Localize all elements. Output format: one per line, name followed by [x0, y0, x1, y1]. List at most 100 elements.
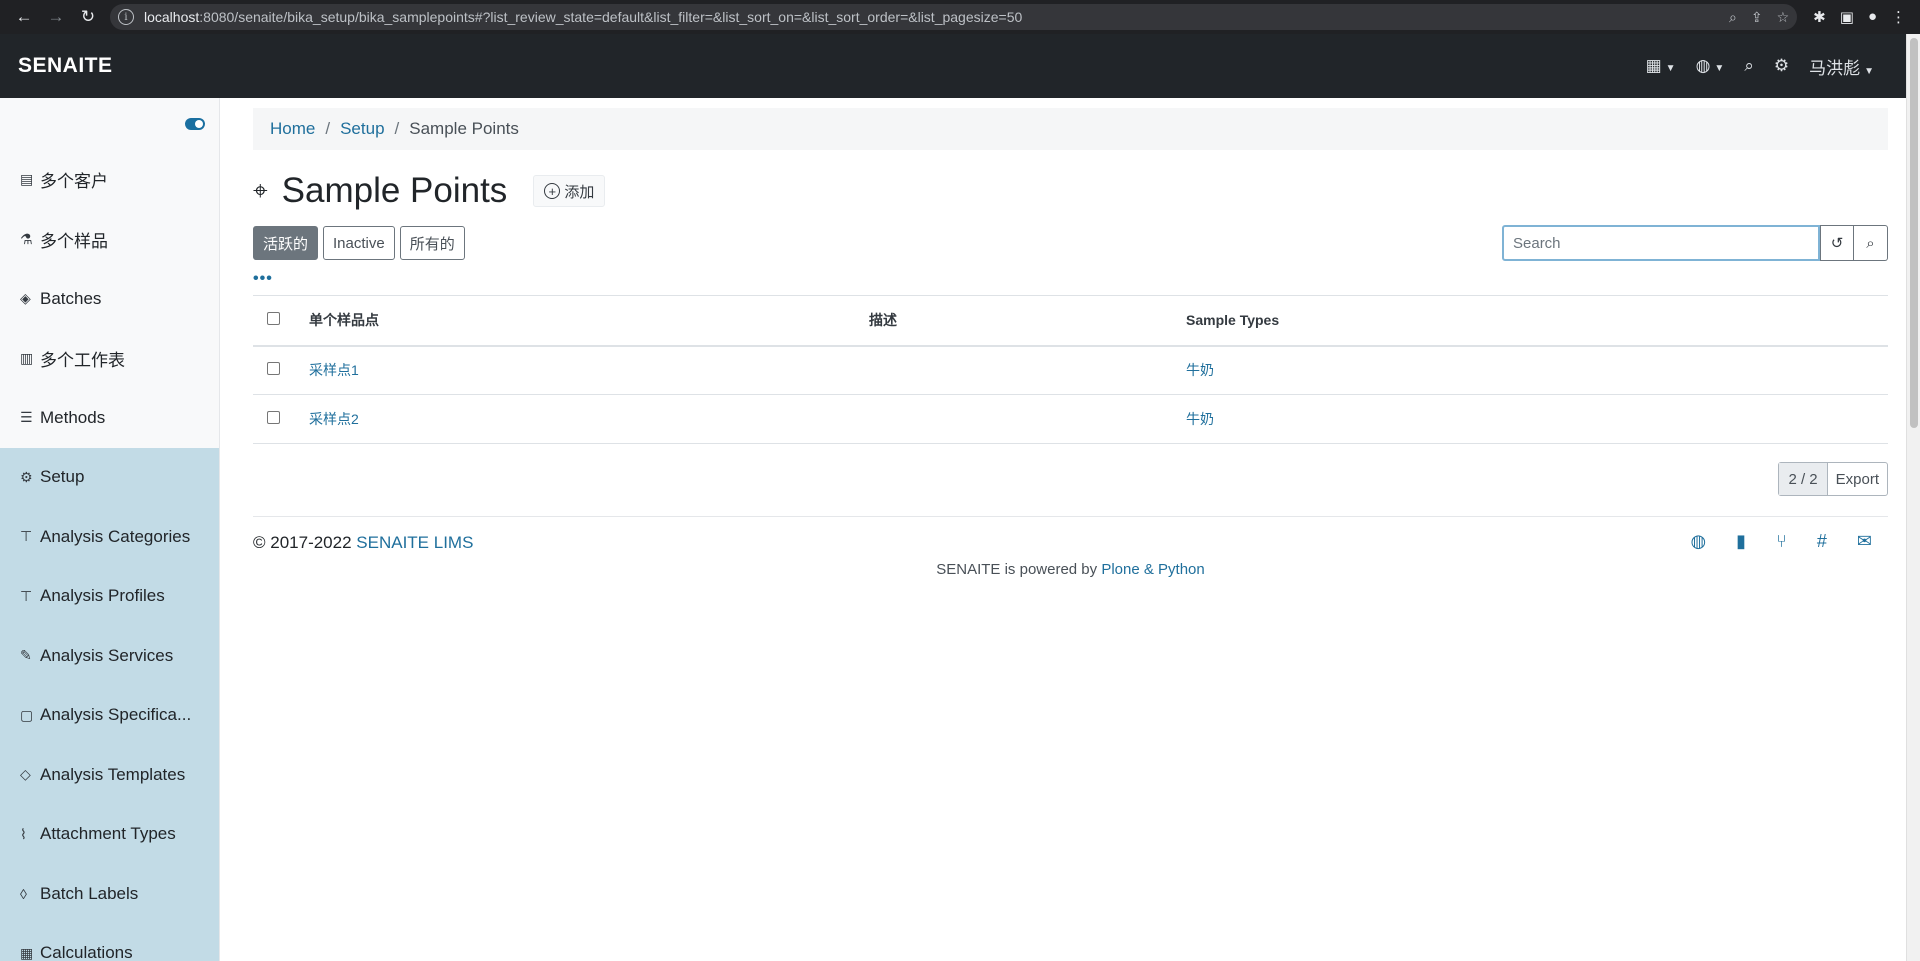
select-all-checkbox[interactable] [267, 312, 280, 326]
row-description [869, 345, 1186, 395]
table-header-row: 单个样品点 描述 Sample Types [253, 295, 1888, 347]
profile-icon[interactable]: ● [1868, 8, 1877, 26]
sidebar-item-label: Setup [40, 467, 85, 487]
share-icon[interactable]: ⇪ [1751, 9, 1763, 26]
back-icon[interactable]: ← [8, 1, 40, 33]
powered-by: SENAITE is powered by Plone & Python [253, 561, 1888, 578]
copyright: © 2017-2022 SENAITE LIMS [253, 533, 1888, 553]
sidebar-item-label: Batches [40, 288, 102, 308]
breadcrumb-current: Sample Points [409, 119, 519, 138]
hashtag-icon[interactable]: # [1817, 531, 1827, 552]
grid-icon: ▦ [1645, 56, 1662, 75]
search-input[interactable]: Search [1502, 225, 1820, 261]
sidebar-item-calculations[interactable]: ▦ Calculations [0, 923, 219, 961]
apps-menu[interactable]: ▦ ▼ [1646, 56, 1676, 76]
breadcrumb: Home / Setup / Sample Points [253, 108, 1888, 150]
search-icon: ⌕ [1866, 234, 1875, 252]
paperclip-icon: ⌇ [20, 825, 27, 842]
scrollbar-thumb[interactable] [1910, 38, 1918, 428]
sidebar-item-label: Analysis Categories [40, 526, 191, 546]
map-pin-icon: ⌖ [253, 175, 268, 205]
reload-icon[interactable]: ↻ [72, 1, 104, 33]
site-info-icon[interactable]: i [118, 9, 134, 25]
book-icon[interactable]: ▮ [1736, 531, 1746, 552]
column-header-sample-point[interactable]: 单个样品点 [309, 295, 869, 347]
sidebar-item-label: Methods [40, 407, 106, 427]
globe-icon[interactable]: ◍ [1690, 531, 1706, 552]
gears-icon: ⚙ [20, 468, 33, 485]
export-button[interactable]: Export [1828, 463, 1887, 495]
sidebar-item-methods[interactable]: ☰ Methods [0, 388, 219, 448]
reset-search-button[interactable]: ↺ [1820, 225, 1854, 261]
comments-icon[interactable]: ✉ [1857, 531, 1872, 552]
sidebar-item-worksheets[interactable]: ▥ 多个工作表 [0, 329, 219, 389]
sidebar-item-label: Calculations [40, 943, 133, 961]
search-button[interactable]: ⌕ [1854, 225, 1888, 261]
footer: © 2017-2022 SENAITE LIMS SENAITE is powe… [253, 516, 1888, 596]
sidebar-item-analysis-specifications[interactable]: ▢ Analysis Specifica... [0, 685, 219, 745]
sidebar-item-analysis-services[interactable]: ✎ Analysis Services [0, 626, 219, 686]
breadcrumb-separator: / [394, 119, 400, 138]
page-scrollbar[interactable] [1906, 34, 1920, 961]
user-name: 马洪彪 [1809, 58, 1861, 78]
address-bar[interactable]: i localhost:8080/senaite/bika_setup/bika… [110, 4, 1798, 30]
forward-icon[interactable]: → [40, 1, 72, 33]
sidebar-item-batches[interactable]: ◈ Batches [0, 269, 219, 329]
sidebar-item-attachment-types[interactable]: ⌇ Attachment Types [0, 804, 219, 864]
language-menu[interactable]: ◍ ▼ [1696, 56, 1725, 76]
sidebar-item-samples[interactable]: ⚗ 多个样品 [0, 210, 219, 270]
add-button-label: 添加 [564, 183, 595, 201]
sidebar-item-setup[interactable]: ⚙ Setup [0, 447, 219, 507]
sidebar-item-batch-labels[interactable]: ◊ Batch Labels [0, 864, 219, 924]
sidebar-item-analysis-profiles[interactable]: ⊤ Analysis Profiles [0, 566, 219, 626]
row-checkbox[interactable] [267, 411, 280, 424]
page-title: Sample Points [281, 171, 508, 210]
sample-point-link[interactable]: 采样点2 [309, 411, 359, 427]
sample-type-link[interactable]: 牛奶 [1186, 411, 1214, 427]
git-branch-icon[interactable]: ⑂ [1776, 531, 1787, 552]
service-icon: ✎ [20, 647, 32, 664]
extensions-icon[interactable]: ✱ [1813, 8, 1826, 26]
add-button[interactable]: + 添加 [533, 175, 606, 207]
senaite-lims-link[interactable]: SENAITE LIMS [356, 533, 473, 552]
breadcrumb-home[interactable]: Home [270, 119, 315, 139]
sidebar-item-analysis-templates[interactable]: ◇ Analysis Templates [0, 745, 219, 805]
filter-active-button[interactable]: 活跃的 [253, 226, 319, 260]
bookmark-star-icon[interactable]: ☆ [1777, 9, 1790, 26]
undo-icon: ↺ [1830, 235, 1844, 252]
zoom-icon[interactable]: ⌕ [1729, 9, 1737, 26]
row-description [869, 394, 1186, 444]
user-menu[interactable]: 马洪彪 ▼ [1809, 54, 1874, 79]
flask-icon: ⚗ [20, 230, 33, 247]
gear-icon[interactable]: ⚙ [1774, 56, 1789, 76]
sidebar-item-analysis-categories[interactable]: ⊤ Analysis Categories [0, 507, 219, 567]
search-icon[interactable]: ⌕ [1744, 56, 1754, 76]
sidebar-item-label: Attachment Types [40, 824, 176, 844]
app-navbar: SENAITE ▦ ▼ ◍ ▼ ⌕ ⚙ 马洪彪 ▼ [0, 34, 1920, 98]
sidebar: ▤ 多个客户 ⚗ 多个样品 ◈ Batches ▥ 多个工作表 ☰ Methods ⚙ Se… [0, 98, 220, 961]
sitemap-icon: ⊤ [20, 587, 33, 604]
brand-logo[interactable]: SENAITE [18, 54, 113, 78]
sample-type-link[interactable]: 牛奶 [1186, 362, 1214, 378]
plone-python-link[interactable]: Plone & Python [1101, 561, 1204, 578]
column-config-dots[interactable]: ••• [253, 271, 1888, 290]
sample-point-link[interactable]: 采样点1 [309, 362, 359, 378]
row-checkbox[interactable] [267, 362, 280, 376]
clipboard-icon: ▥ [20, 349, 34, 366]
side-panel-icon[interactable]: ▣ [1840, 8, 1854, 26]
sidebar-toggle[interactable] [185, 118, 205, 130]
column-header-description[interactable]: 描述 [869, 295, 1186, 347]
filter-all-button[interactable]: 所有的 [399, 226, 465, 260]
table-row: 采样点1 牛奶 [253, 345, 1888, 395]
column-header-sample-types[interactable]: Sample Types [1186, 295, 1888, 347]
breadcrumb-setup[interactable]: Setup [340, 119, 384, 139]
sidebar-item-label: Batch Labels [40, 883, 139, 903]
url-host: localhost [144, 9, 200, 25]
chevron-down-icon: ▼ [1665, 63, 1676, 74]
sidebar-item-label: Analysis Services [40, 645, 174, 665]
browser-menu-icon[interactable]: ⋮ [1891, 8, 1906, 26]
filter-inactive-button[interactable]: Inactive [323, 226, 395, 260]
sidebar-item-clients[interactable]: ▤ 多个客户 [0, 150, 219, 210]
breadcrumb-separator: / [325, 119, 331, 138]
sample-points-table: 单个样品点 描述 Sample Types 采样点1 牛奶 采样点2 牛奶 [253, 295, 1888, 444]
